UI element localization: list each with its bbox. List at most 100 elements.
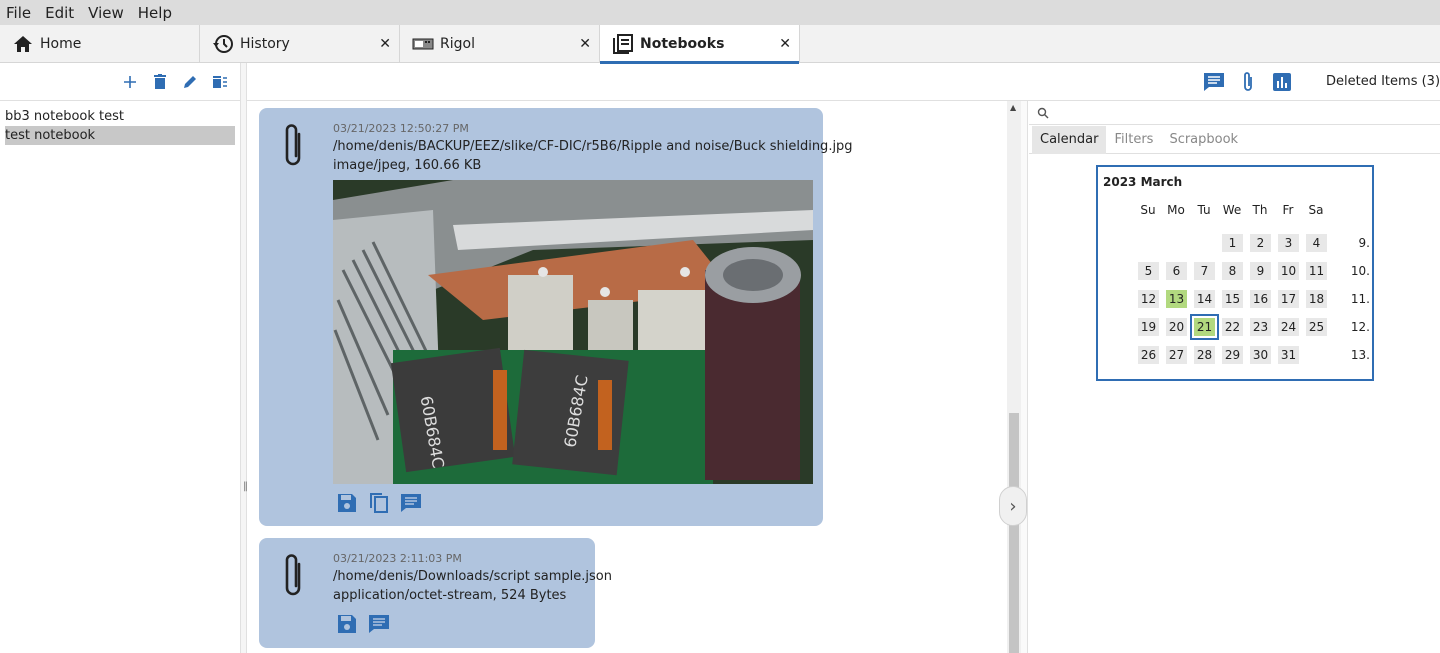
instrument-icon — [412, 33, 434, 55]
deleted-items-link[interactable]: Deleted Items (3) — [1326, 74, 1440, 89]
tab-history[interactable]: History ✕ — [200, 25, 400, 63]
entry-file-path: /home/denis/Downloads/script sample.json — [333, 569, 612, 584]
right-panel: Calendar Filters Scrapbook 2023 March Su… — [1029, 101, 1440, 653]
tab-rigol[interactable]: Rigol ✕ — [400, 25, 600, 63]
weekday-header: Sa — [1308, 203, 1324, 217]
calendar-day[interactable]: 22 — [1222, 318, 1243, 336]
view-filter-toolbar — [1202, 70, 1294, 94]
calendar-day[interactable]: 5 — [1138, 262, 1159, 280]
calendar-day[interactable]: 14 — [1194, 290, 1215, 308]
menu-help[interactable]: Help — [138, 4, 172, 22]
calendar-day[interactable]: 20 — [1166, 318, 1187, 336]
calendar-day[interactable]: 27 — [1166, 346, 1187, 364]
calendar-day[interactable]: 21 — [1190, 314, 1219, 340]
calendar-day[interactable]: 24 — [1278, 318, 1299, 336]
tab-label: Rigol — [440, 36, 475, 52]
weekday-header: Mo — [1167, 203, 1185, 217]
scrollbar-thumb[interactable] — [1009, 413, 1019, 653]
notebooks-icon — [612, 33, 634, 55]
calendar-day[interactable]: 17 — [1278, 290, 1299, 308]
scroll-up-icon[interactable]: ▲ — [1010, 103, 1016, 112]
calendar-day[interactable]: 19 — [1138, 318, 1159, 336]
tab-notebooks[interactable]: Notebooks ✕ — [600, 25, 800, 64]
comment-icon[interactable] — [367, 612, 391, 636]
weekday-header: Tu — [1197, 203, 1211, 217]
menu-view[interactable]: View — [88, 4, 124, 22]
save-icon[interactable] — [335, 491, 359, 515]
chart-filter-icon[interactable] — [1270, 70, 1294, 94]
calendar-day[interactable]: 31 — [1278, 346, 1299, 364]
sidebar-toolbar — [0, 63, 240, 101]
close-icon[interactable]: ✕ — [579, 36, 591, 52]
feed-scrollbar[interactable]: ▲ — [1007, 101, 1021, 653]
calendar-day[interactable]: 1 — [1222, 234, 1243, 252]
calendar-day[interactable]: 16 — [1250, 290, 1271, 308]
calendar-day[interactable]: 29 — [1222, 346, 1243, 364]
menu-file[interactable]: File — [6, 4, 31, 22]
sidebar-splitter[interactable]: ‖ — [240, 63, 248, 653]
delete-icon[interactable] — [148, 70, 172, 94]
paperclip-icon — [285, 554, 301, 596]
tab-filters[interactable]: Filters — [1106, 126, 1161, 154]
paperclip-icon — [285, 124, 301, 166]
collapse-right-panel-button[interactable]: › — [999, 486, 1027, 526]
tab-label: History — [240, 36, 290, 52]
attachment-image[interactable]: 60B684C 60B684C — [333, 180, 813, 484]
weekday-header: We — [1222, 203, 1242, 217]
save-icon[interactable] — [335, 612, 359, 636]
calendar-title: 2023 March — [1103, 175, 1183, 189]
calendar-day[interactable]: 30 — [1250, 346, 1271, 364]
entry-feed: 03/21/2023 12:50:27 PM /home/denis/BACKU… — [247, 101, 1007, 653]
calendar-day[interactable]: 4 — [1306, 234, 1327, 252]
close-icon[interactable]: ✕ — [379, 36, 391, 52]
notebook-list: bb3 notebook test test notebook — [0, 101, 240, 151]
tab-label: Notebooks — [640, 36, 725, 52]
calendar-day[interactable]: 12 — [1138, 290, 1159, 308]
copy-icon[interactable] — [367, 491, 391, 515]
entry-file-path: /home/denis/BACKUP/EEZ/slike/CF-DIC/r5B6… — [333, 139, 853, 154]
right-panel-splitter[interactable]: ‖ — [1021, 101, 1028, 653]
calendar-day[interactable]: 8 — [1222, 262, 1243, 280]
manage-icon[interactable] — [208, 70, 232, 94]
calendar-day[interactable]: 3 — [1278, 234, 1299, 252]
entry-file-info: application/octet-stream, 524 Bytes — [333, 588, 567, 603]
tab-home[interactable]: Home — [0, 25, 200, 63]
entry-timestamp: 03/21/2023 2:11:03 PM — [333, 552, 462, 565]
tab-bar: Home History ✕ Rigol ✕ Notebooks ✕ — [0, 25, 1440, 64]
entry-timestamp: 03/21/2023 12:50:27 PM — [333, 122, 469, 135]
menu-edit[interactable]: Edit — [45, 4, 74, 22]
attachment-entry[interactable]: 03/21/2023 12:50:27 PM /home/denis/BACKU… — [259, 108, 853, 526]
calendar-day[interactable]: 25 — [1306, 318, 1327, 336]
comment-icon[interactable] — [399, 491, 423, 515]
list-item[interactable]: bb3 notebook test — [5, 107, 235, 126]
comment-filter-icon[interactable] — [1202, 70, 1226, 94]
entry-actions — [335, 612, 391, 636]
calendar-day[interactable]: 9 — [1250, 262, 1271, 280]
tab-calendar[interactable]: Calendar — [1032, 126, 1107, 154]
calendar-day[interactable]: 15 — [1222, 290, 1243, 308]
calendar-day[interactable]: 7 — [1194, 262, 1215, 280]
edit-icon[interactable] — [178, 70, 202, 94]
right-panel-tabs: Calendar Filters Scrapbook — [1029, 126, 1440, 154]
calendar-day[interactable]: 23 — [1250, 318, 1271, 336]
add-notebook-button[interactable] — [118, 70, 142, 94]
main-area: bb3 notebook test test notebook ‖ Delete… — [0, 63, 1440, 653]
attachment-filter-icon[interactable] — [1236, 70, 1260, 94]
calendar-day[interactable]: 18 — [1306, 290, 1327, 308]
search-icon — [1037, 107, 1049, 118]
search-input[interactable] — [1029, 101, 1440, 125]
list-item[interactable]: test notebook — [5, 126, 235, 145]
calendar-day[interactable]: 11 — [1306, 262, 1327, 280]
center-toolbar — [247, 63, 1028, 101]
tab-scrapbook[interactable]: Scrapbook — [1161, 126, 1246, 154]
calendar-day[interactable]: 28 — [1194, 346, 1215, 364]
calendar-day[interactable]: 26 — [1138, 346, 1159, 364]
calendar-day[interactable]: 13 — [1166, 290, 1187, 308]
close-icon[interactable]: ✕ — [779, 36, 791, 52]
calendar-day[interactable]: 2 — [1250, 234, 1271, 252]
attachment-entry[interactable]: 03/21/2023 2:11:03 PM /home/denis/Downlo… — [259, 538, 612, 648]
calendar-day[interactable]: 10 — [1278, 262, 1299, 280]
week-number: 10. — [1350, 264, 1370, 278]
calendar-day[interactable]: 6 — [1166, 262, 1187, 280]
notebook-sidebar: bb3 notebook test test notebook — [0, 63, 240, 653]
